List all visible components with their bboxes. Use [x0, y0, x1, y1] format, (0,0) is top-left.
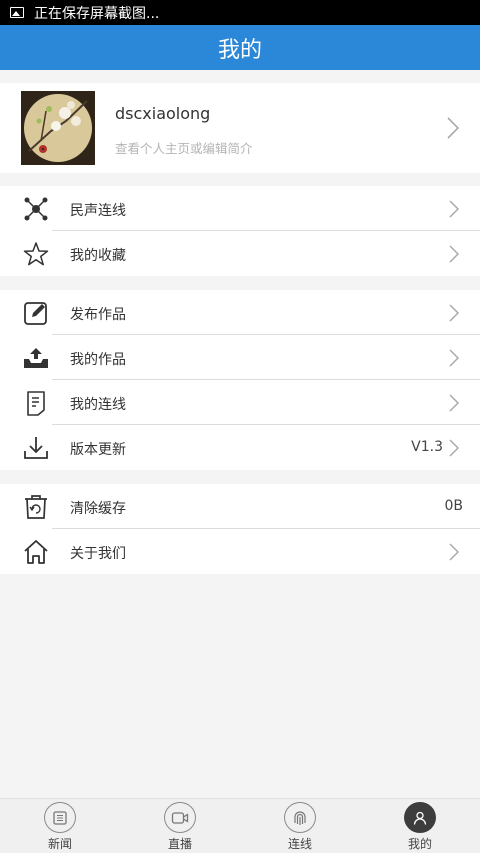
menu-item-label: 民声连线 [70, 203, 126, 219]
tab-mine[interactable]: 我的 [380, 802, 460, 852]
menu-item-my-works[interactable]: 我的作品 [0, 335, 480, 380]
menu-item-favorites[interactable]: 我的收藏 [0, 231, 480, 276]
menu-item-label: 我的作品 [70, 352, 126, 368]
screenshot-icon [10, 7, 24, 18]
menu-item-minsheng-lianxian[interactable]: 民声连线 [0, 186, 480, 231]
star-icon [22, 241, 50, 267]
menu-group-2: 发布作品 我的作品 我的连线 版本更新 V1.3 [0, 290, 480, 470]
menu-item-publish-work[interactable]: 发布作品 [0, 290, 480, 335]
chevron-right-icon [446, 116, 460, 144]
menu-group-3: 清除缓存 0B 关于我们 [0, 484, 480, 574]
bottom-tab-bar: 新闻 直播 连线 我的 [0, 798, 480, 853]
menu-item-label: 我的收藏 [70, 248, 126, 264]
tab-label: 我的 [407, 837, 432, 851]
chevron-right-icon [448, 303, 460, 327]
chevron-right-icon [448, 244, 460, 268]
menu-item-label: 版本更新 [70, 442, 126, 458]
tab-label: 直播 [167, 837, 192, 851]
tab-live[interactable]: 直播 [140, 802, 220, 852]
menu-group-1: 民声连线 我的收藏 [0, 186, 480, 276]
tab-lianxian[interactable]: 连线 [260, 802, 340, 852]
download-icon [22, 435, 50, 461]
menu-item-clear-cache[interactable]: 清除缓存 0B [0, 484, 480, 529]
chevron-right-icon [448, 542, 460, 566]
tab-news[interactable]: 新闻 [20, 802, 100, 852]
menu-item-my-lianxian[interactable]: 我的连线 [0, 380, 480, 425]
version-value: V1.3 [411, 439, 443, 455]
edit-icon [22, 300, 50, 326]
home-icon [22, 539, 50, 565]
chevron-right-icon [448, 199, 460, 223]
username: dscxiaolong [115, 104, 211, 123]
menu-item-version-update[interactable]: 版本更新 V1.3 [0, 425, 480, 470]
profile-card[interactable]: dscxiaolong 查看个人主页或编辑简介 [0, 83, 480, 173]
tab-label: 新闻 [47, 837, 72, 851]
trash-refresh-icon [22, 494, 50, 520]
network-icon [22, 196, 50, 222]
profile-subtitle: 查看个人主页或编辑简介 [115, 141, 253, 156]
fingerprint-icon [284, 802, 316, 833]
menu-item-about-us[interactable]: 关于我们 [0, 529, 480, 574]
tab-label: 连线 [287, 837, 312, 851]
upload-tray-icon [22, 345, 50, 371]
status-bar: 正在保存屏幕截图... [0, 0, 480, 25]
menu-item-label: 清除缓存 [70, 501, 126, 517]
news-icon [44, 802, 76, 833]
status-text: 正在保存屏幕截图... [34, 5, 160, 22]
menu-item-label: 发布作品 [70, 307, 126, 323]
avatar[interactable] [21, 91, 95, 165]
chevron-right-icon [448, 393, 460, 417]
cache-size-value: 0B [444, 498, 463, 514]
title-bar: 我的 [0, 25, 480, 70]
document-icon [22, 390, 50, 416]
menu-item-label: 我的连线 [70, 397, 126, 413]
chevron-right-icon [448, 348, 460, 372]
chevron-right-icon [448, 438, 460, 462]
page-title: 我的 [217, 37, 262, 63]
menu-item-label: 关于我们 [70, 546, 126, 562]
live-camera-icon [164, 802, 196, 833]
user-icon [404, 802, 436, 833]
